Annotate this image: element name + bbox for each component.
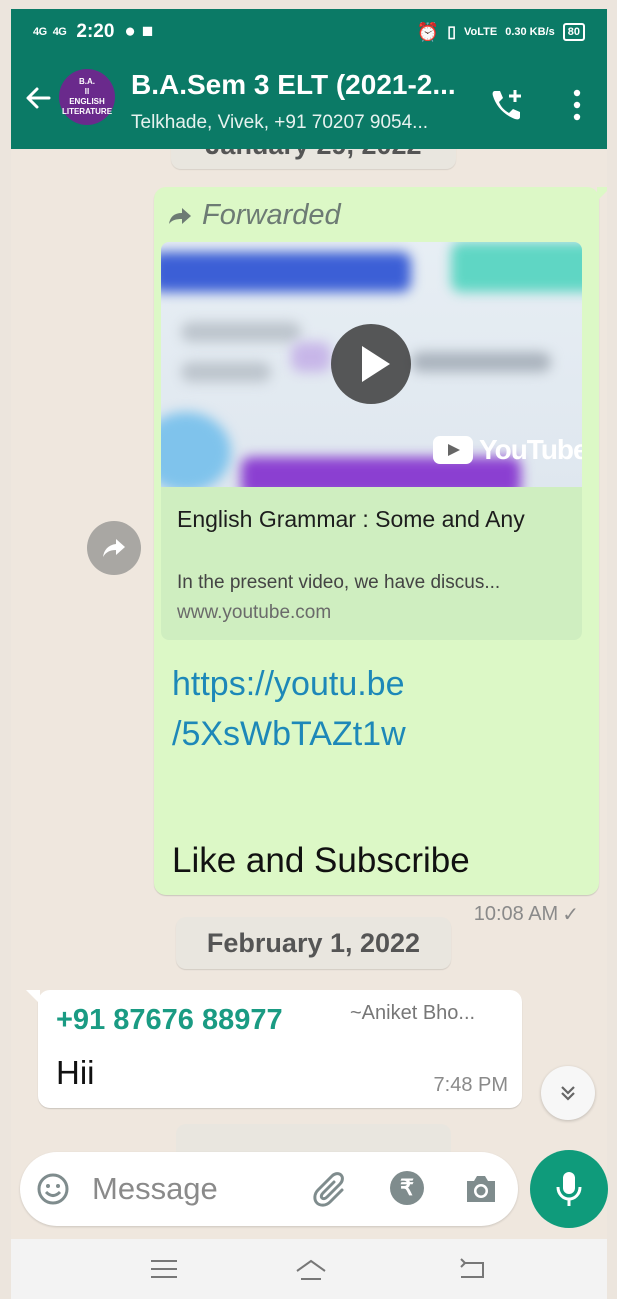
- attach-icon[interactable]: [312, 1170, 350, 1208]
- play-button[interactable]: [331, 324, 411, 404]
- forwarded-text: Forwarded: [202, 199, 341, 231]
- preview-site: www.youtube.com: [177, 602, 332, 623]
- outgoing-message[interactable]: Forwarded YouTube English Grammar : Some…: [154, 187, 607, 926]
- back-icon[interactable]: [455, 1255, 489, 1283]
- message-composer: ₹: [20, 1152, 518, 1226]
- message-text: Like and Subscribe: [172, 841, 470, 880]
- sent-check-icon: ✓: [562, 904, 579, 926]
- signal-1: 4G: [33, 26, 47, 38]
- chat-messages[interactable]: January 29, 2022 Forwarded: [11, 149, 607, 1239]
- message-time: 7:48 PM: [433, 1074, 508, 1096]
- message-time: 10:08 AM: [473, 903, 559, 925]
- youtube-icon: [433, 436, 473, 464]
- avatar-line: ENGLISH: [69, 97, 105, 106]
- forwarded-arrow-icon: [169, 207, 191, 224]
- system-nav-bar: [11, 1239, 607, 1299]
- volte-text: VoLTE: [464, 26, 498, 38]
- avatar-line: B.A.: [79, 77, 95, 86]
- incoming-message[interactable]: +91 87676 88977 ~Aniket Bho... Hii 7:48 …: [26, 990, 522, 1108]
- double-chevron-down-icon: [561, 1086, 575, 1101]
- avatar-line: II: [84, 87, 90, 96]
- date-chip: February 1, 2022: [176, 917, 451, 969]
- chat-title[interactable]: B.A.Sem 3 ELT (2021-2...: [131, 69, 456, 101]
- link-line-2[interactable]: /5XsWbTAZt1w: [172, 709, 472, 759]
- status-time: 2:20: [76, 21, 115, 42]
- forward-icon: [103, 539, 125, 557]
- forward-share-button[interactable]: [87, 521, 141, 575]
- message-text: Hii: [56, 1054, 95, 1091]
- forwarded-label: Forwarded: [168, 199, 341, 232]
- video-thumbnail[interactable]: YouTube: [161, 242, 582, 487]
- scroll-to-bottom-button[interactable]: [541, 1066, 595, 1120]
- sender-name: ~Aniket Bho...: [350, 1002, 476, 1024]
- home-icon[interactable]: [294, 1255, 328, 1283]
- date-chip-partial: January 29, 2022: [171, 149, 456, 169]
- voice-message-button[interactable]: [530, 1150, 608, 1228]
- battery-indicator: 80: [562, 23, 585, 41]
- back-arrow-icon[interactable]: [23, 83, 53, 113]
- microphone-icon: [556, 1172, 582, 1206]
- chat-participants[interactable]: Telkhade, Vivek, +91 70207 9054...: [131, 112, 428, 134]
- message-meta: 10:08 AM ✓: [474, 902, 579, 927]
- emoji-icon[interactable]: [36, 1172, 70, 1206]
- app-header: 4G 4G 2:20 ● ■ ⏰ ▯ VoLTE 0.30 KB/s 80 B.…: [11, 9, 607, 149]
- more-options-icon[interactable]: [569, 87, 585, 123]
- menu-icon[interactable]: [147, 1255, 181, 1283]
- sender-number[interactable]: +91 87676 88977: [56, 1004, 283, 1037]
- payment-icon[interactable]: ₹: [390, 1171, 424, 1205]
- screen-record-icon: ■: [141, 21, 154, 42]
- message-input[interactable]: [92, 1168, 292, 1210]
- avatar-line: LITERATURE: [61, 107, 113, 116]
- youtube-brand: YouTube: [479, 434, 582, 465]
- preview-description: In the present video, we have discus...: [177, 572, 501, 593]
- message-link[interactable]: https://youtu.be /5XsWbTAZt1w: [172, 659, 472, 759]
- status-bar: 4G 4G 2:20 ● ■ ⏰ ▯ VoLTE 0.30 KB/s 80: [11, 9, 607, 55]
- preview-title: English Grammar : Some and Any: [177, 506, 525, 532]
- link-preview[interactable]: YouTube English Grammar : Some and Any I…: [161, 242, 582, 640]
- alarm-icon: ⏰: [416, 21, 440, 42]
- youtube-watermark: YouTube: [433, 434, 582, 466]
- vibrate-icon: ▯: [447, 24, 457, 41]
- network-speed: 0.30 KB/s: [505, 26, 555, 38]
- signal-2: 4G: [52, 26, 67, 38]
- link-line-1[interactable]: https://youtu.be: [172, 659, 472, 709]
- add-call-icon[interactable]: [489, 87, 525, 123]
- group-avatar[interactable]: B.A. II ENGLISH LITERATURE: [59, 69, 115, 125]
- whatsapp-status-icon: ●: [124, 21, 136, 42]
- camera-icon[interactable]: [463, 1172, 499, 1206]
